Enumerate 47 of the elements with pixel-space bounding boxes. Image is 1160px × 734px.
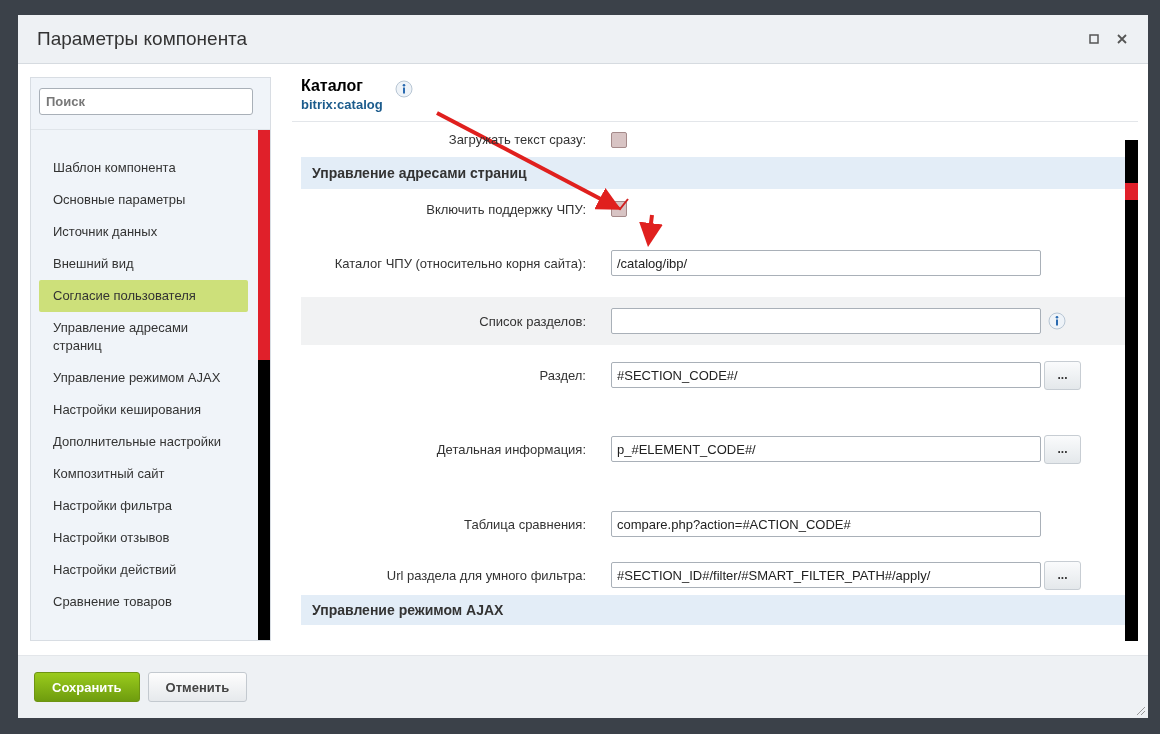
field-label: Включить поддержку ЧПУ: xyxy=(425,201,587,217)
sidebar-item[interactable]: Согласие пользователя xyxy=(39,280,248,312)
checkbox[interactable] xyxy=(611,131,627,148)
section-header: Управление адресами страниц xyxy=(301,157,1125,189)
search-field[interactable]: Поиск xyxy=(39,88,253,115)
component-code: bitrix:catalog xyxy=(301,97,383,112)
sidebar-item[interactable]: Настройки кеширования xyxy=(39,394,248,426)
input-field[interactable]: #SECTION_CODE#/ xyxy=(611,362,1041,388)
sidebar-item[interactable]: Основные параметры xyxy=(39,184,248,216)
cancel-button[interactable]: Отменить xyxy=(147,672,248,702)
field-label: Детальная информация: xyxy=(435,441,587,457)
field-label: Раздел: xyxy=(538,367,587,383)
sidebar-item[interactable]: Настройки фильтра xyxy=(39,490,248,522)
field-label: Список разделов: xyxy=(478,313,587,329)
sidebar-item[interactable]: Внешний вид xyxy=(39,248,248,280)
browse-button[interactable]: ... xyxy=(1044,434,1081,464)
sidebar-item[interactable]: Источник данных xyxy=(39,216,248,248)
scrollbar[interactable] xyxy=(1125,140,1138,641)
sidebar-item[interactable]: Управление адресами страниц xyxy=(39,312,248,362)
input-field[interactable]: #SECTION_ID#/filter/#SMART_FILTER_PATH#/apply/ xyxy=(611,562,1041,588)
section-header: Управление режимом AJAX xyxy=(301,595,1125,625)
scrollbar[interactable] xyxy=(258,130,270,640)
annotation-arrow xyxy=(639,214,663,247)
info-icon[interactable] xyxy=(1048,312,1066,330)
input-field[interactable] xyxy=(611,308,1041,334)
sidebar-item[interactable]: Композитный сайт xyxy=(39,458,248,490)
input-field[interactable]: compare.php?action=#ACTION_CODE# xyxy=(611,511,1041,537)
maximize-icon[interactable] xyxy=(1088,33,1100,45)
field-label: Таблица сравнения: xyxy=(463,516,587,532)
info-icon[interactable] xyxy=(394,80,413,98)
input-field[interactable]: p_#ELEMENT_CODE#/ xyxy=(611,436,1041,462)
browse-button[interactable]: ... xyxy=(1044,560,1081,590)
input-field[interactable]: /catalog/ibp/ xyxy=(611,250,1041,276)
checkbox[interactable] xyxy=(611,201,627,217)
sidebar-item[interactable]: Управление режимом AJAX xyxy=(39,362,248,394)
window-title: Параметры компонента xyxy=(37,28,248,50)
field-label: Каталог ЧПУ (относительно корня сайта): xyxy=(333,255,587,271)
resize-grip-icon[interactable] xyxy=(1134,704,1146,716)
sidebar-item[interactable]: Дополнительные настройки xyxy=(39,426,248,458)
field-label: Url раздела для умного фильтра: xyxy=(385,567,587,583)
sidebar-item[interactable]: Настройки действий xyxy=(39,554,248,586)
sidebar-item[interactable]: Шаблон компонента xyxy=(39,152,248,184)
browse-button[interactable]: ... xyxy=(1044,360,1081,390)
sidebar-item[interactable]: Сравнение товаров xyxy=(39,586,248,618)
close-icon[interactable] xyxy=(1116,33,1128,45)
component-title: Каталог xyxy=(301,77,364,95)
sidebar-item[interactable]: Настройки отзывов xyxy=(39,522,248,554)
